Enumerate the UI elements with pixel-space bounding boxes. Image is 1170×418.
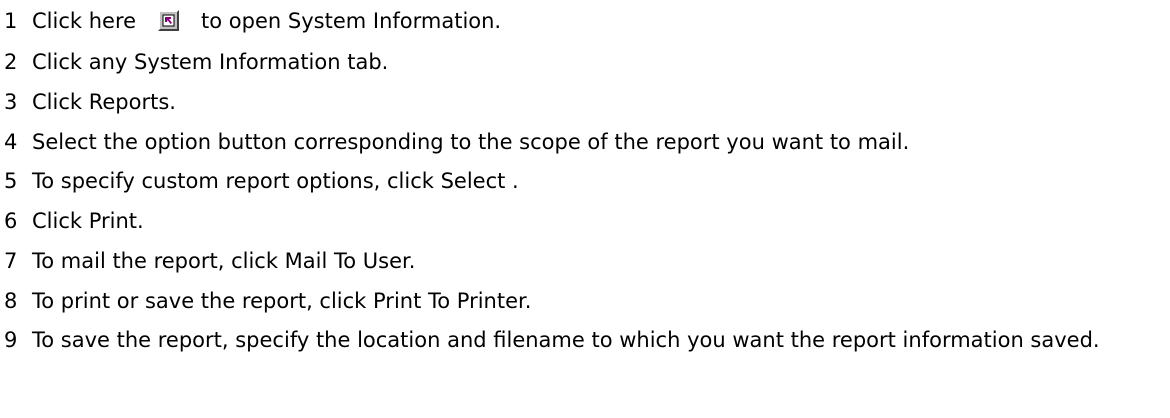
step-text: To mail the report, click Mail To User. (32, 249, 416, 273)
step-number: 4 (4, 130, 18, 154)
step-number: 1 (4, 9, 18, 33)
step-text-after-icon: to open System Information. (201, 9, 502, 33)
shortcut-arrow-glyph (161, 13, 177, 28)
step-text: Click any System Information tab. (32, 50, 389, 74)
step-number: 9 (4, 328, 18, 352)
step-number: 5 (4, 169, 18, 193)
shortcut-arrow-icon[interactable] (158, 10, 180, 31)
step-text: To print or save the report, click Print… (32, 289, 532, 313)
step-number: 7 (4, 249, 18, 273)
step-number: 2 (4, 50, 18, 74)
step-number: 8 (4, 289, 18, 313)
step-text: Click Reports. (32, 90, 176, 114)
step-text: Click Print. (32, 209, 144, 233)
step-text: Select the option button corresponding t… (32, 130, 910, 154)
step-number: 3 (4, 90, 18, 114)
step-text: To save the report, specify the location… (32, 328, 1100, 352)
step-text: Click here to open System Information. (32, 6, 501, 36)
step-text: To specify custom report options, click … (32, 169, 519, 193)
step-text-before-icon: Click here (32, 9, 137, 33)
step-number: 6 (4, 209, 18, 233)
